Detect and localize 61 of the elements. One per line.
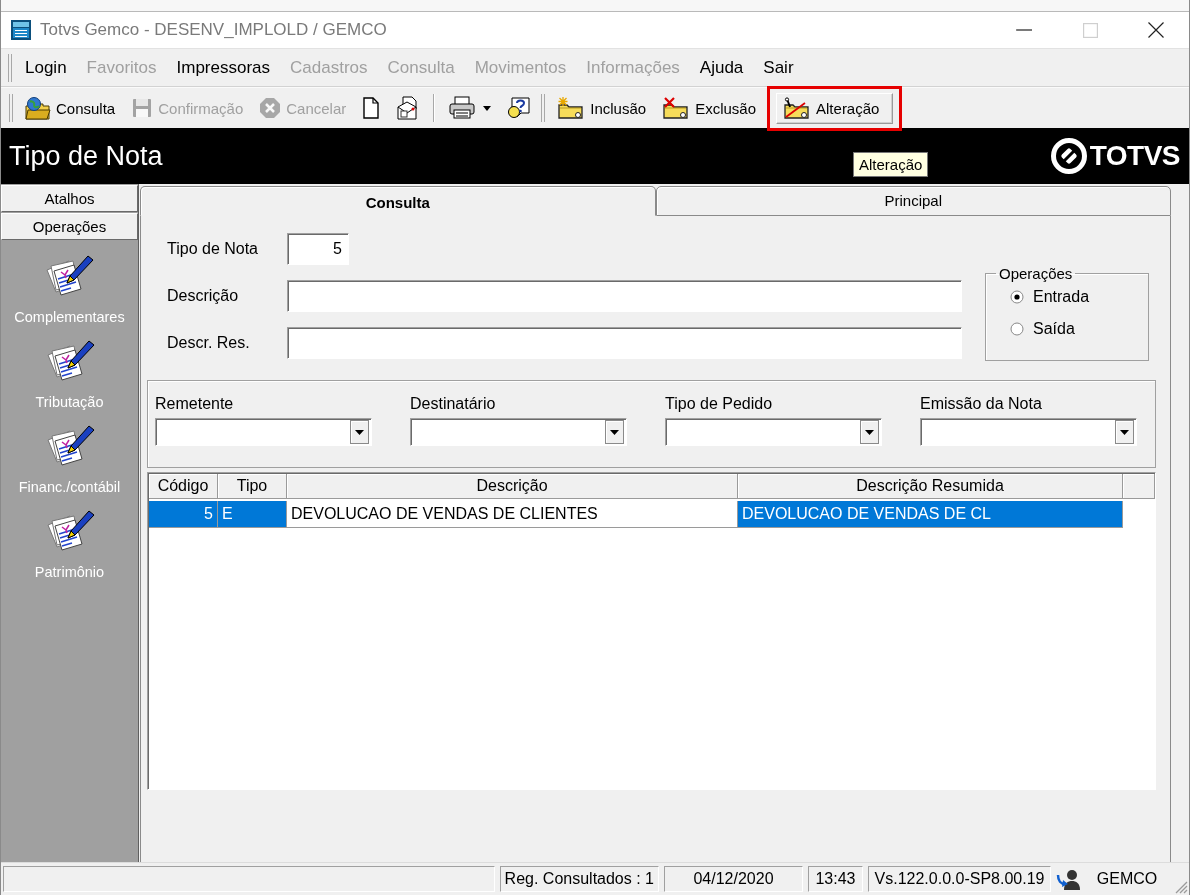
help-icon [507, 96, 532, 120]
status-text: GEMCO [1095, 869, 1159, 889]
status-text: Vs.122.0.0.0-SP8.00.19 [868, 866, 1051, 892]
status-text: Reg. Consultados : 1 [499, 866, 659, 892]
tab[interactable]: Principal [655, 186, 1171, 216]
minimize-icon [1016, 29, 1032, 31]
logo-icon [1050, 138, 1087, 174]
field-label: Descrição [167, 287, 240, 305]
caret-down-icon [483, 105, 492, 111]
sidebar-section-button[interactable]: Atalhos [1, 185, 138, 212]
column-header[interactable]: Descrição Resumida [738, 474, 1123, 499]
logo-text: TOTVS [1089, 140, 1180, 172]
table-cell: E [218, 501, 287, 528]
column-header[interactable]: Descrição [287, 474, 738, 499]
maximize-icon [1082, 22, 1098, 38]
field-label: Tipo de Nota [167, 240, 259, 258]
table-cell: DEVOLUCAO DE VENDAS DE CL [738, 501, 1123, 528]
field-label: Destinatário [410, 395, 497, 413]
cancel-icon [259, 97, 282, 119]
field-label: Descr. Res. [167, 334, 251, 352]
radio-button[interactable]: Saída [1010, 320, 1140, 338]
toolbar-button[interactable]: Alteração [776, 92, 894, 124]
folder-sparkle-icon [557, 97, 586, 119]
field-label: Emissão da Nota [920, 395, 1040, 413]
radio-button[interactable]: Entrada [1010, 288, 1140, 306]
menu-item[interactable]: Sair [753, 52, 804, 83]
close-icon [1148, 22, 1164, 38]
tooltip: Alteração [853, 152, 929, 177]
input-field[interactable] [287, 327, 962, 359]
status-text: 13:43 [808, 866, 863, 892]
sidebar-section-button[interactable]: Operações [1, 213, 138, 240]
app-icon [10, 19, 32, 41]
select-field[interactable] [665, 418, 882, 446]
menu-item[interactable]: Ajuda [689, 52, 754, 83]
dropdown-arrow-icon [1115, 420, 1134, 444]
window-title: Totvs Gemco - DESENV_IMPLOLD / GEMCO [40, 20, 387, 40]
blank-page-icon [362, 97, 381, 119]
dropdown-arrow-icon [605, 420, 624, 444]
column-header[interactable]: Código [149, 474, 218, 499]
menu-item[interactable]: Impressoras [166, 52, 281, 83]
table-cell: 5 [149, 501, 218, 528]
group-label: Operações [998, 265, 1074, 282]
user-arrow-icon [1056, 867, 1082, 891]
field-label: Tipo de Pedido [665, 395, 774, 413]
tab[interactable]: Consulta [140, 186, 656, 216]
menu-item[interactable]: Login [15, 52, 77, 83]
field-label: Remetente [155, 395, 235, 413]
status-text: 04/12/2020 [664, 866, 803, 892]
select-field[interactable] [920, 418, 1137, 446]
dropdown-arrow-icon [860, 420, 879, 444]
column-header[interactable]: Tipo [218, 474, 287, 499]
folder-x-icon [662, 97, 691, 119]
select-field[interactable] [410, 418, 627, 446]
select-field[interactable] [155, 418, 372, 446]
input-field[interactable] [287, 280, 962, 312]
input-field[interactable]: 5 [287, 233, 349, 265]
page-title: Tipo de Nota [9, 140, 163, 172]
globe-folder-icon [25, 96, 51, 120]
folder-pencil-icon [783, 97, 812, 119]
table-cell: DEVOLUCAO DE VENDAS DE CLIENTES [287, 501, 738, 528]
dropdown-arrow-icon [350, 420, 369, 444]
